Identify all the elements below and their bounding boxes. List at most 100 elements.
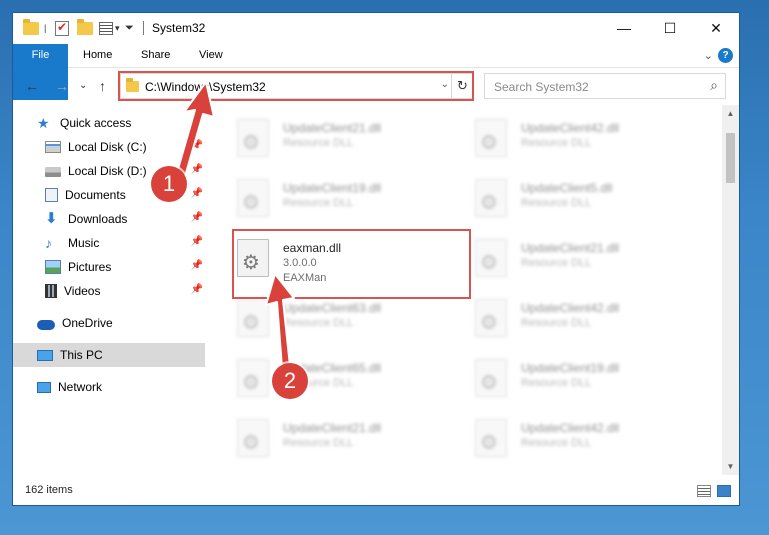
file-type: Resource DLL xyxy=(521,437,592,449)
sidebar-item-this-pc[interactable]: This PC xyxy=(13,343,205,367)
sidebar-item-label: Local Disk (D:) xyxy=(68,164,147,178)
sidebar-item-label: Pictures xyxy=(68,260,112,274)
help-icon[interactable]: ? xyxy=(718,48,733,63)
file-item[interactable]: UpdateClient21.dll Resource DLL xyxy=(233,111,453,167)
back-arrow-icon[interactable]: ← xyxy=(25,78,39,94)
address-highlight-box xyxy=(118,71,474,101)
file-type: Resource DLL xyxy=(521,137,592,149)
title-separator xyxy=(143,19,144,37)
close-button[interactable]: ✕ xyxy=(693,13,739,43)
file-item[interactable]: UpdateClient21.dll Resource DLL xyxy=(471,231,691,287)
tab-home[interactable]: Home xyxy=(73,44,122,67)
file-item[interactable]: UpdateClient21.dll Resource DLL xyxy=(233,411,453,467)
file-type: Resource DLL xyxy=(283,317,354,329)
qa-dropdown-icon[interactable]: ⏷ xyxy=(125,19,134,37)
file-type: Resource DLL xyxy=(283,437,354,449)
sidebar-item-label: This PC xyxy=(60,348,103,362)
pin-icon[interactable]: 📌 xyxy=(191,236,203,247)
pin-icon[interactable]: 📌 xyxy=(191,284,203,295)
pin-icon[interactable]: 📌 xyxy=(191,140,203,151)
maximize-button[interactable]: ☐ xyxy=(647,13,693,43)
dll-file-icon xyxy=(475,359,507,397)
file-name: UpdateClient63.dll xyxy=(283,301,382,315)
dll-file-icon xyxy=(475,239,507,277)
dll-file-icon xyxy=(475,299,507,337)
qa-separator: | xyxy=(44,23,47,33)
sidebar-item-label: Quick access xyxy=(60,116,132,130)
tiles-view-icon[interactable] xyxy=(717,485,731,497)
file-item[interactable]: UpdateClient63.dll Resource DLL xyxy=(233,291,453,347)
pin-icon[interactable]: 📌 xyxy=(191,212,203,223)
minimize-button[interactable]: — xyxy=(601,13,647,43)
sidebar-item-label: Music xyxy=(68,236,100,250)
star-icon: ★ xyxy=(37,115,50,131)
scroll-thumb[interactable] xyxy=(726,133,735,183)
file-item[interactable]: UpdateClient42.dll Resource DLL xyxy=(471,411,691,467)
dll-file-icon xyxy=(237,119,269,157)
tab-share[interactable]: Share xyxy=(131,44,180,67)
file-item[interactable]: UpdateClient19.dll Resource DLL xyxy=(471,351,691,407)
sidebar-item-videos[interactable]: Videos 📌 xyxy=(45,279,205,303)
file-item[interactable]: UpdateClient19.dll Resource DLL xyxy=(233,171,453,227)
sidebar-item-local-disk-c[interactable]: Local Disk (C:) 📌 xyxy=(45,135,205,159)
pin-icon[interactable]: 📌 xyxy=(191,188,203,199)
sidebar-item-label: Network xyxy=(58,380,103,394)
file-item[interactable]: UpdateClient5.dll Resource DLL xyxy=(471,171,691,227)
file-name: UpdateClient42.dll xyxy=(521,421,620,435)
onedrive-icon xyxy=(37,319,55,330)
sidebar-item-music[interactable]: ♪ Music 📌 xyxy=(45,231,205,255)
item-count: 162 items xyxy=(25,484,73,496)
search-input[interactable]: Search System32 xyxy=(494,80,589,94)
sidebar-item-label: Local Disk (C:) xyxy=(68,140,147,154)
sidebar-item-label: OneDrive xyxy=(62,316,113,330)
search-box[interactable]: Search System32 ⌕ xyxy=(484,73,726,99)
scroll-up-arrow-icon[interactable]: ▲ xyxy=(722,105,739,122)
file-highlight-box xyxy=(232,229,471,299)
dll-file-icon xyxy=(237,179,269,217)
documents-icon xyxy=(45,188,58,202)
new-folder-icon[interactable] xyxy=(77,18,93,37)
sidebar-item-downloads[interactable]: ⬇ Downloads 📌 xyxy=(45,207,205,231)
customize-icon[interactable]: ▾ xyxy=(99,19,120,37)
file-item[interactable]: UpdateClient42.dll Resource DLL xyxy=(471,291,691,347)
vertical-scrollbar[interactable]: ▲ ▼ xyxy=(722,105,739,475)
file-type: Resource DLL xyxy=(283,137,354,149)
folder-icon xyxy=(23,18,39,37)
recent-locations-icon[interactable]: ⌄ xyxy=(79,80,87,91)
dll-file-icon xyxy=(475,419,507,457)
title-bar: | ▾ ⏷ System32 — ☐ ✕ xyxy=(13,13,739,44)
forward-arrow-icon[interactable]: → xyxy=(55,78,69,94)
navigation-pane: ★ Quick access Local Disk (C:) 📌 Local D… xyxy=(13,111,209,471)
dll-file-icon xyxy=(475,179,507,217)
sidebar-item-label: Documents xyxy=(65,188,126,202)
downloads-icon: ⬇ xyxy=(45,210,58,227)
details-view-icon[interactable] xyxy=(697,485,711,497)
sidebar-item-pictures[interactable]: Pictures 📌 xyxy=(45,255,205,279)
sidebar-item-onedrive[interactable]: OneDrive xyxy=(37,311,205,335)
pc-icon xyxy=(37,349,53,361)
dll-file-icon xyxy=(237,359,269,397)
properties-check-icon[interactable] xyxy=(55,19,69,37)
search-icon[interactable]: ⌕ xyxy=(710,77,718,94)
window-title: System32 xyxy=(152,21,206,35)
file-type: Resource DLL xyxy=(521,377,592,389)
sidebar-item-network[interactable]: Network xyxy=(37,375,205,399)
pin-icon[interactable]: 📌 xyxy=(191,260,203,271)
file-name: UpdateClient19.dll xyxy=(521,361,620,375)
drive-icon xyxy=(45,167,61,177)
pin-icon[interactable]: 📌 xyxy=(191,164,203,175)
ribbon: File Home Share View ⌄ ? xyxy=(13,44,739,100)
navigation-bar: ← → ⌄ ↑ C:\Windows\System32 ⌄ ↻ Search S… xyxy=(13,68,739,104)
file-item[interactable]: UpdateClient42.dll Resource DLL xyxy=(471,111,691,167)
scroll-down-arrow-icon[interactable]: ▼ xyxy=(722,458,739,475)
up-arrow-icon[interactable]: ↑ xyxy=(99,78,106,94)
file-type: Resource DLL xyxy=(283,197,354,209)
tab-view[interactable]: View xyxy=(189,44,233,67)
file-name: UpdateClient21.dll xyxy=(283,421,382,435)
file-name: UpdateClient19.dll xyxy=(283,181,382,195)
sidebar-item-label: Downloads xyxy=(68,212,128,226)
file-item[interactable]: UpdateClient65.dll Resource DLL xyxy=(233,351,453,407)
collapse-ribbon-icon[interactable]: ⌄ xyxy=(704,49,713,62)
sidebar-item-quick-access[interactable]: ★ Quick access xyxy=(37,111,205,135)
explorer-window: | ▾ ⏷ System32 — ☐ ✕ File Home Share Vie… xyxy=(12,12,740,506)
